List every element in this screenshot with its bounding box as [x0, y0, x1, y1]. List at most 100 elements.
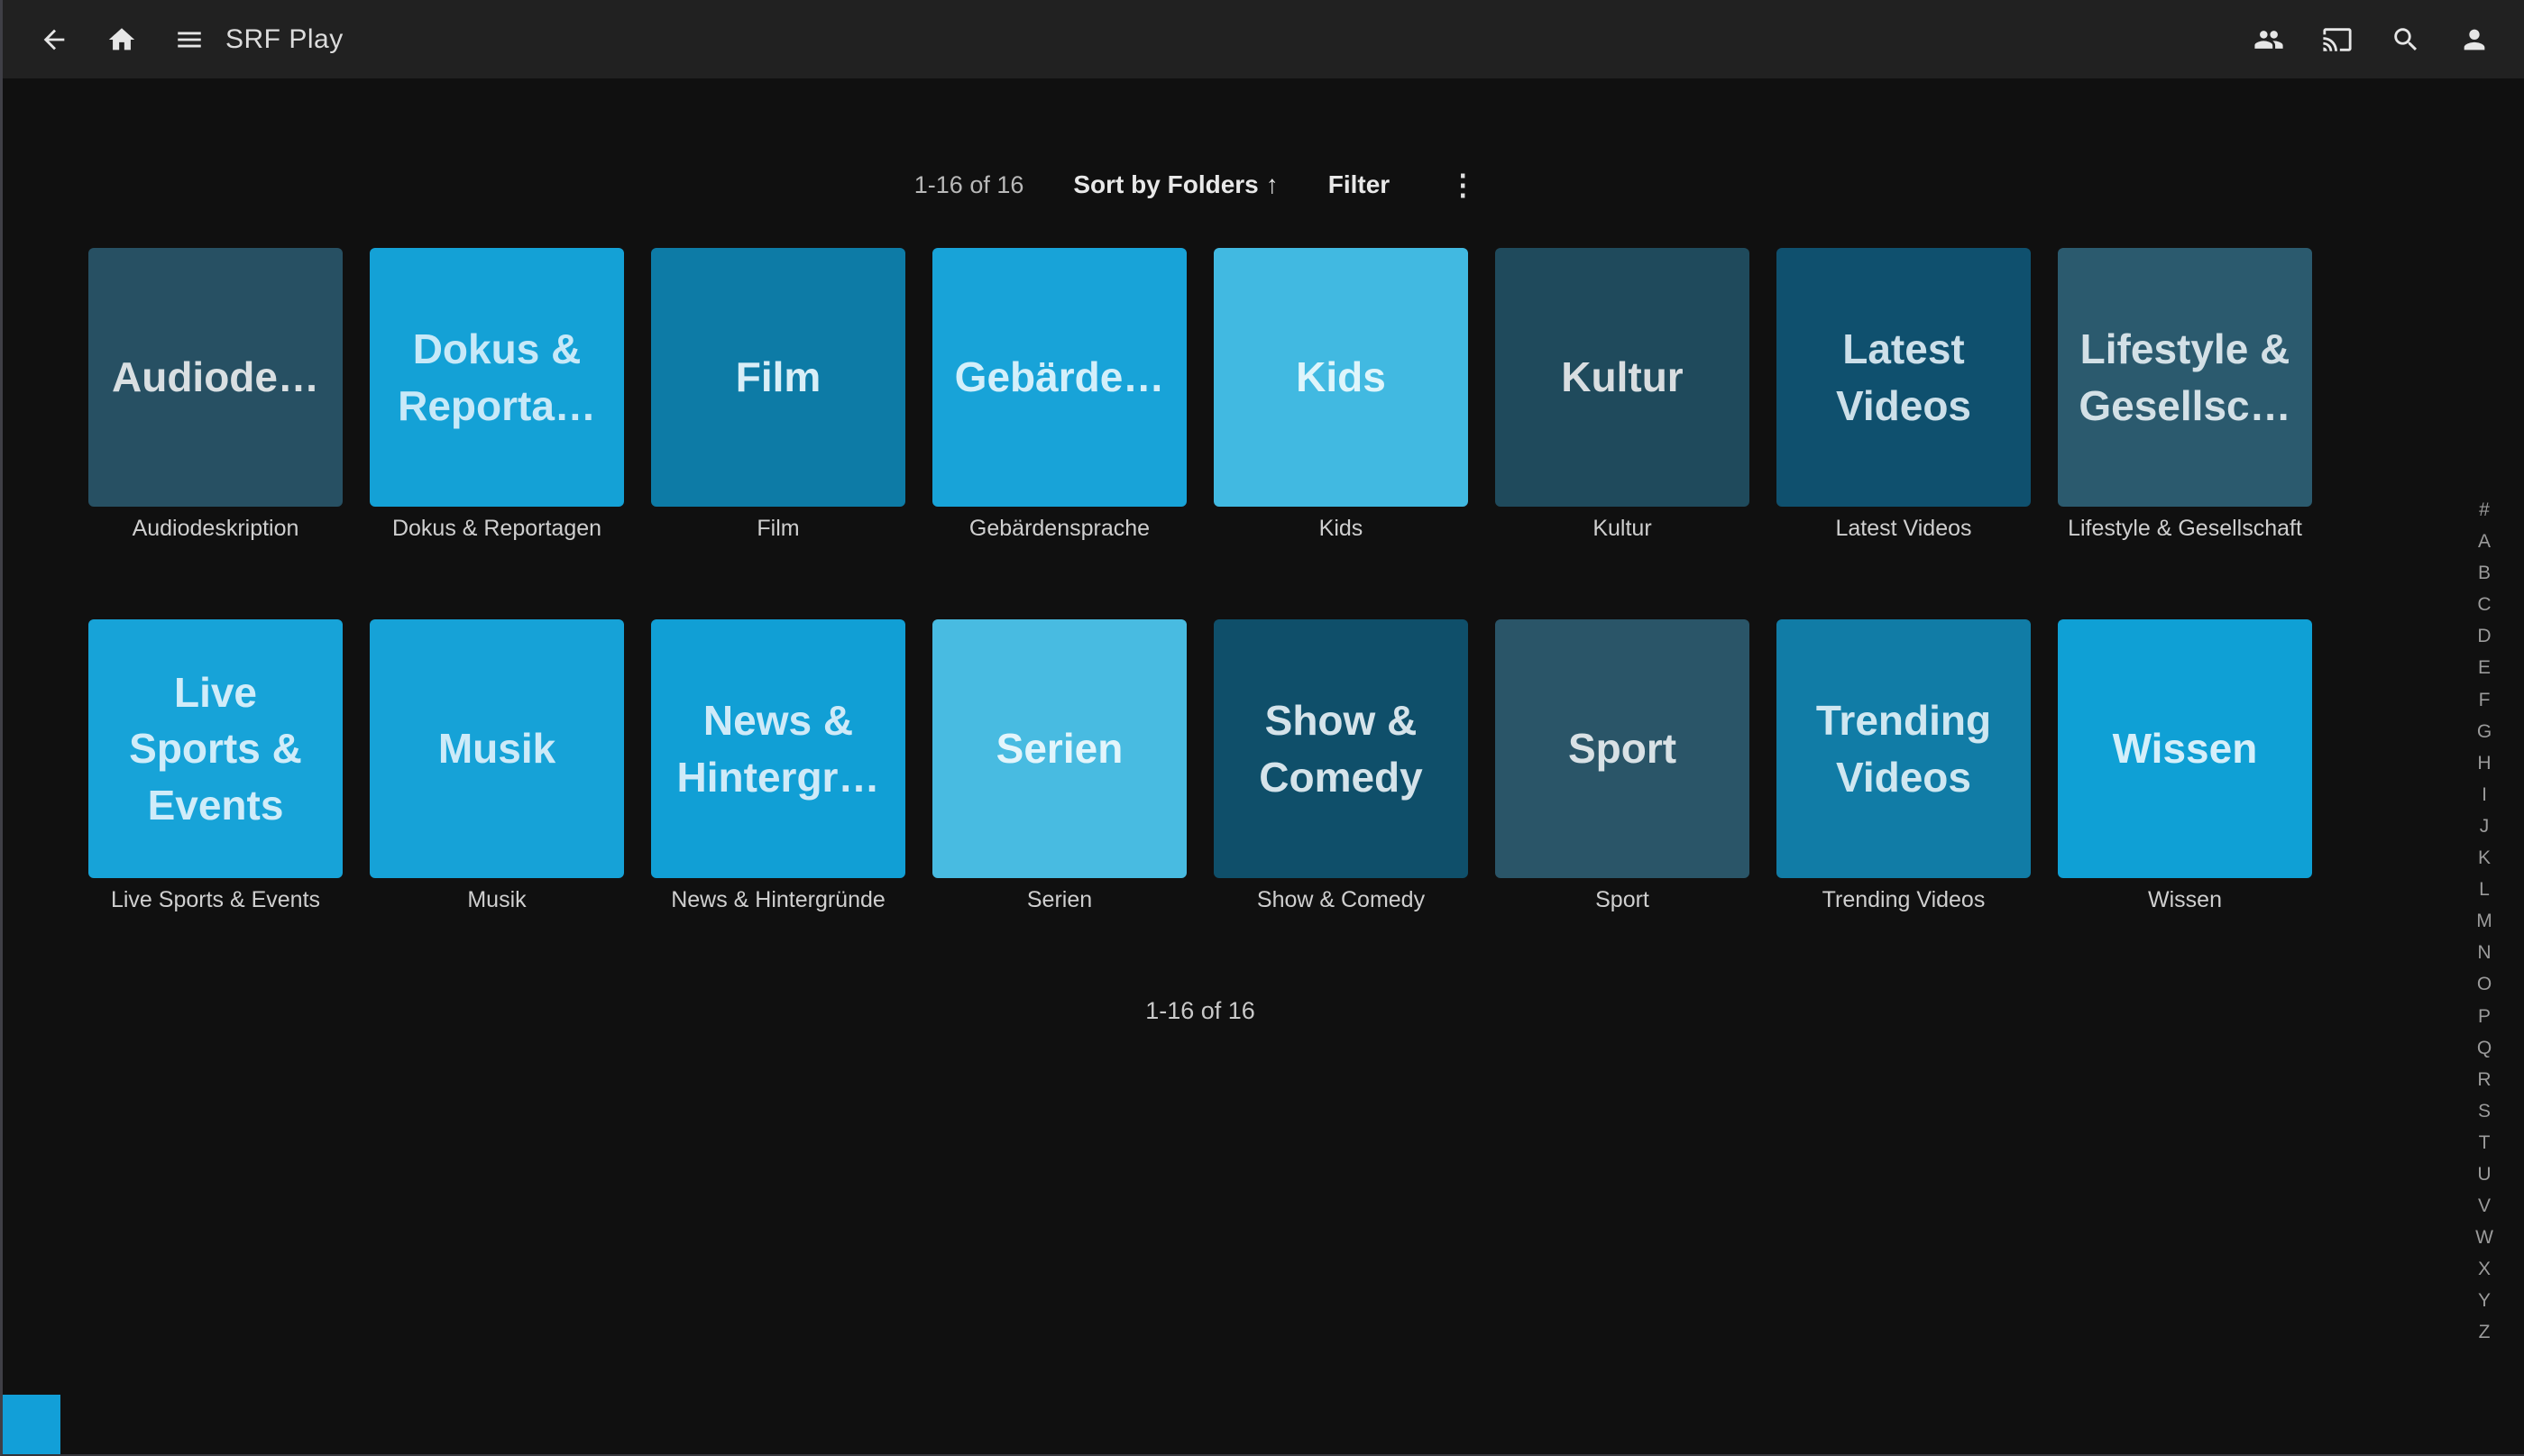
alphabet-letter[interactable]: G	[2459, 716, 2510, 747]
alphabet-letter[interactable]: A	[2459, 526, 2510, 557]
library-card: Live Sports & Events Live Sports & Event…	[88, 619, 343, 914]
back-button[interactable]	[38, 23, 70, 56]
folder-tile-label: Dokus & Reporta…	[398, 321, 596, 433]
folder-caption[interactable]: Show & Comedy	[1214, 887, 1468, 914]
alphabet-letter[interactable]: V	[2459, 1190, 2510, 1222]
syncplay-button[interactable]	[2253, 23, 2285, 56]
alphabet-letter[interactable]: Y	[2459, 1285, 2510, 1316]
folder-tile-label: Kids	[1296, 349, 1386, 405]
folder-tile[interactable]: Latest Videos	[1776, 248, 2031, 507]
library-card: Kultur Kultur	[1495, 248, 1749, 543]
folder-caption[interactable]: Sport	[1495, 887, 1749, 914]
folder-tile-label: Film	[736, 349, 821, 405]
cast-icon	[2322, 24, 2353, 55]
cast-button[interactable]	[2321, 23, 2354, 56]
alphabet-letter[interactable]: X	[2459, 1253, 2510, 1285]
folder-grid: Audiode… Audiodeskription Dokus & Report…	[88, 248, 2312, 914]
page-title: SRF Play	[225, 24, 344, 55]
alphabet-letter[interactable]: U	[2459, 1158, 2510, 1190]
alphabet-letter[interactable]: B	[2459, 557, 2510, 589]
folder-tile[interactable]: Dokus & Reporta…	[370, 248, 624, 507]
alphabet-letter[interactable]: E	[2459, 652, 2510, 683]
folder-caption[interactable]: Trending Videos	[1776, 887, 2031, 914]
home-icon	[106, 24, 137, 55]
folder-caption[interactable]: Kids	[1214, 516, 1468, 543]
alphabet-letter[interactable]: K	[2459, 842, 2510, 874]
alphabet-letter[interactable]: #	[2459, 494, 2510, 526]
folder-tile[interactable]: News & Hintergr…	[651, 619, 905, 878]
folder-tile[interactable]: Sport	[1495, 619, 1749, 878]
group-people-icon	[2253, 24, 2284, 55]
library-card: Latest Videos Latest Videos	[1776, 248, 2031, 543]
folder-tile-label: Sport	[1568, 720, 1676, 776]
folder-tile[interactable]: Audiode…	[88, 248, 343, 507]
kebab-vertical-icon: ⋮	[1448, 169, 1477, 201]
folder-tile[interactable]: Trending Videos	[1776, 619, 2031, 878]
folder-tile[interactable]: Serien	[932, 619, 1187, 878]
folder-tile-label: Wissen	[2113, 720, 2258, 776]
library-card: Wissen Wissen	[2058, 619, 2312, 914]
folder-caption[interactable]: Serien	[932, 887, 1187, 914]
menu-button[interactable]	[173, 23, 206, 56]
home-button[interactable]	[106, 23, 138, 56]
sort-ascending-arrow-icon: ↑	[1266, 170, 1279, 199]
alphabet-letter[interactable]: W	[2459, 1222, 2510, 1253]
folder-caption[interactable]: Lifestyle & Gesellschaft	[2058, 516, 2312, 543]
folder-caption[interactable]: News & Hintergründe	[651, 887, 905, 914]
folder-tile-label: Serien	[996, 720, 1124, 776]
folder-tile[interactable]: Kultur	[1495, 248, 1749, 507]
alphabet-letter[interactable]: T	[2459, 1127, 2510, 1158]
folder-caption[interactable]: Latest Videos	[1776, 516, 2031, 543]
item-count: 1-16 of 16	[914, 171, 1024, 199]
alphabet-letter[interactable]: M	[2459, 905, 2510, 937]
folder-tile[interactable]: Lifestyle & Gesellsc…	[2058, 248, 2312, 507]
library-card: Dokus & Reporta… Dokus & Reportagen	[370, 248, 624, 543]
alphabet-letter[interactable]: I	[2459, 779, 2510, 810]
folder-tile-label: Show & Comedy	[1259, 692, 1422, 804]
alphabet-letter[interactable]: F	[2459, 684, 2510, 716]
folder-caption[interactable]: Musik	[370, 887, 624, 914]
alphabet-letter[interactable]: S	[2459, 1095, 2510, 1127]
folder-caption[interactable]: Live Sports & Events	[88, 887, 343, 914]
folder-caption[interactable]: Wissen	[2058, 887, 2312, 914]
library-card: Film Film	[651, 248, 905, 543]
folder-caption[interactable]: Gebärdensprache	[932, 516, 1187, 543]
folder-caption[interactable]: Dokus & Reportagen	[370, 516, 624, 543]
alphabet-letter[interactable]: Q	[2459, 1032, 2510, 1064]
alphabet-letter[interactable]: H	[2459, 747, 2510, 779]
app-bar: SRF Play	[3, 0, 2524, 78]
folder-tile[interactable]: Kids	[1214, 248, 1468, 507]
folder-tile[interactable]: Film	[651, 248, 905, 507]
folder-caption[interactable]: Audiodeskription	[88, 516, 343, 543]
alphabet-letter[interactable]: L	[2459, 874, 2510, 905]
library-card: Trending Videos Trending Videos	[1776, 619, 2031, 914]
footer-item-count: 1-16 of 16	[88, 997, 2312, 1025]
folder-tile[interactable]: Musik	[370, 619, 624, 878]
alphabet-letter[interactable]: P	[2459, 1001, 2510, 1032]
folder-tile-label: Latest Videos	[1836, 321, 1971, 433]
folder-tile[interactable]: Show & Comedy	[1214, 619, 1468, 878]
folder-tile-label: News & Hintergr…	[677, 692, 880, 804]
more-options-button[interactable]: ⋮	[1439, 170, 1486, 199]
search-button[interactable]	[2390, 23, 2422, 56]
alphabet-letter[interactable]: N	[2459, 937, 2510, 968]
folder-tile-label: Musik	[438, 720, 555, 776]
folder-tile-label: Trending Videos	[1816, 692, 1991, 804]
folder-tile[interactable]: Gebärde…	[932, 248, 1187, 507]
alphabet-letter[interactable]: C	[2459, 589, 2510, 620]
alphabet-letter[interactable]: O	[2459, 968, 2510, 1000]
sort-button[interactable]: Sort by Folders ↑	[1073, 170, 1278, 199]
alphabet-letter[interactable]: D	[2459, 620, 2510, 652]
alphabet-letter[interactable]: Z	[2459, 1316, 2510, 1348]
alphabet-letter[interactable]: J	[2459, 810, 2510, 842]
filter-button[interactable]: Filter	[1328, 170, 1390, 199]
back-arrow-icon	[39, 24, 69, 55]
folder-tile[interactable]: Wissen	[2058, 619, 2312, 878]
folder-tile-label: Gebärde…	[955, 349, 1165, 405]
folder-caption[interactable]: Kultur	[1495, 516, 1749, 543]
alphabet-letter[interactable]: R	[2459, 1064, 2510, 1095]
folder-caption[interactable]: Film	[651, 516, 905, 543]
app-bar-right	[2253, 23, 2491, 56]
user-button[interactable]	[2458, 23, 2491, 56]
folder-tile[interactable]: Live Sports & Events	[88, 619, 343, 878]
